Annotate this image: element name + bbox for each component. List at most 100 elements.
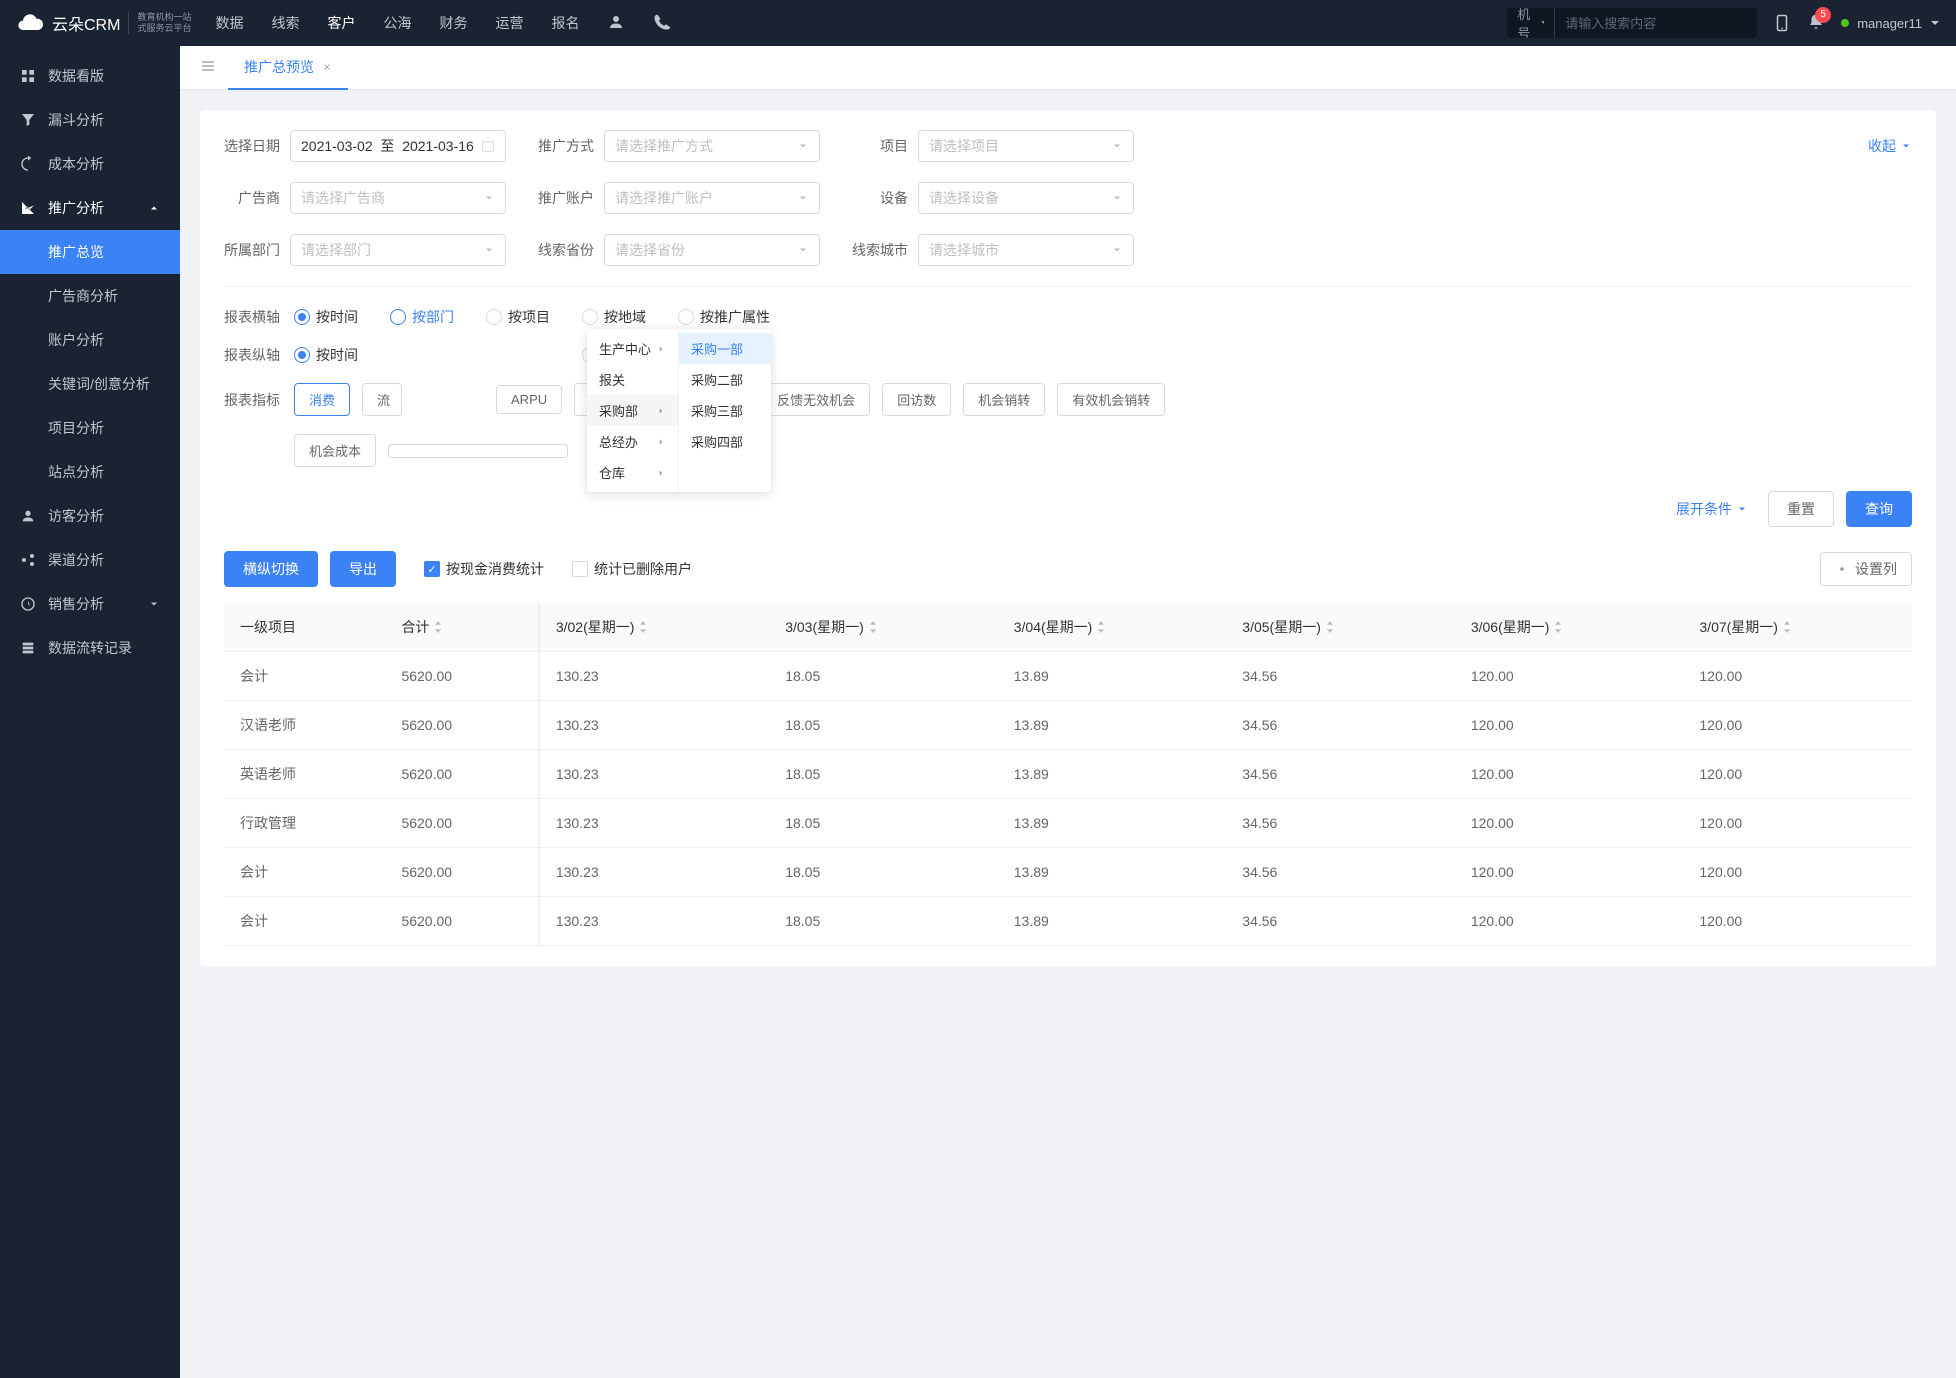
tag-feedback[interactable]: 反馈无效机会 [762,383,870,416]
cash-stat-checkbox[interactable]: 按现金消费统计 [424,559,544,579]
user-icon[interactable] [607,13,625,31]
account-select[interactable]: 请选择推广账户 [604,182,820,214]
sidebar-sub-overview[interactable]: 推广总览 [0,230,180,274]
date-range-picker[interactable]: 2021-03-02 至 2021-03-16 [290,130,506,162]
nav-finance[interactable]: 财务 [439,13,467,33]
method-select[interactable]: 请选择推广方式 [604,130,820,162]
table-header[interactable]: 3/07(星期一) [1683,603,1912,652]
logo[interactable]: 云朵CRM 教育机构一站式服务云平台 [16,9,191,37]
table-cell: 会计 [224,848,385,897]
tab-overview[interactable]: 推广总预览 [228,46,348,90]
chevron-down-icon [483,244,495,256]
table-cell: 120.00 [1683,848,1912,897]
cascade-item-warehouse[interactable]: 仓库 [587,457,678,488]
city-select[interactable]: 请选择城市 [918,234,1134,266]
cascade-item-p1[interactable]: 采购一部 [679,333,771,364]
table-cell: 34.56 [1226,652,1455,701]
column-settings-button[interactable]: 设置列 [1820,552,1912,586]
sidebar-item-channel[interactable]: 渠道分析 [0,538,180,582]
export-button[interactable]: 导出 [330,551,396,587]
collapse-sidebar-button[interactable] [188,58,228,77]
search-button[interactable] [1751,15,1757,31]
table-cell: 130.23 [539,750,769,799]
switch-axis-button[interactable]: 横纵切换 [224,551,318,587]
cascade-item-customs[interactable]: 报关 [587,364,678,395]
table-header[interactable]: 3/04(星期一) [998,603,1227,652]
table-cell: 会计 [224,652,385,701]
nav-customer[interactable]: 客户 [327,13,355,33]
advertiser-select[interactable]: 请选择广告商 [290,182,506,214]
sidebar-sub-keyword[interactable]: 关键词/创意分析 [0,362,180,406]
close-icon[interactable] [322,62,332,72]
nav-signup[interactable]: 报名 [551,13,579,33]
notifications[interactable]: 5 [1807,13,1825,34]
tag-consume[interactable]: 消费 [294,383,350,416]
tag-conv[interactable]: 机会销转 [963,383,1045,416]
query-button[interactable]: 查询 [1846,491,1912,527]
gear-icon [1835,562,1849,576]
sidebar-sub-advertiser[interactable]: 广告商分析 [0,274,180,318]
tag-hidden2[interactable] [388,444,568,458]
radio-vert-time[interactable]: 按时间 [294,345,358,365]
nav-public[interactable]: 公海 [383,13,411,33]
radio-horiz-region[interactable]: 按地域 [582,307,646,327]
funnel-icon [20,112,36,128]
cascade-item-purchase[interactable]: 采购部 [587,395,678,426]
tag-valid-conv[interactable]: 有效机会销转 [1057,383,1165,416]
device-select[interactable]: 请选择设备 [918,182,1134,214]
table-header[interactable]: 3/06(星期一) [1455,603,1684,652]
table-header[interactable]: 3/05(星期一) [1226,603,1455,652]
radio-horiz-project[interactable]: 按项目 [486,307,550,327]
cascade-item-p2[interactable]: 采购二部 [679,364,771,395]
radio-horiz-dept[interactable]: 按部门 [390,307,454,327]
sidebar-item-cost[interactable]: 成本分析 [0,142,180,186]
sidebar-item-flow[interactable]: 数据流转记录 [0,626,180,670]
radio-horiz-attr[interactable]: 按推广属性 [678,307,770,327]
deleted-stat-checkbox[interactable]: 统计已删除用户 [572,559,692,579]
collapse-filters[interactable]: 收起 [1868,136,1912,156]
sidebar-sub-account[interactable]: 账户分析 [0,318,180,362]
sidebar-item-dashboard[interactable]: 数据看版 [0,54,180,98]
table-cell: 34.56 [1226,750,1455,799]
radio-horiz-time[interactable]: 按时间 [294,307,358,327]
cascade-item-p3[interactable]: 采购三部 [679,395,771,426]
sidebar-item-funnel[interactable]: 漏斗分析 [0,98,180,142]
project-select[interactable]: 请选择项目 [918,130,1134,162]
table-cell: 5620.00 [385,897,538,946]
expand-conditions[interactable]: 展开条件 [1676,499,1748,519]
dept-select[interactable]: 请选择部门 [290,234,506,266]
table-cell: 120.00 [1683,897,1912,946]
search-input[interactable] [1555,16,1751,31]
cascade-item-p4[interactable]: 采购四部 [679,426,771,457]
sidebar-sub-project[interactable]: 项目分析 [0,406,180,450]
user-menu[interactable]: manager11 [1841,16,1940,31]
nav-ops[interactable]: 运营 [495,13,523,33]
table-header[interactable]: 3/02(星期一) [539,603,769,652]
mobile-icon[interactable] [1773,14,1791,32]
tag-flow[interactable]: 流 [362,383,402,416]
chevron-right-icon [656,406,666,416]
sidebar-item-visitor[interactable]: 访客分析 [0,494,180,538]
table-cell: 13.89 [998,848,1227,897]
table-cell: 5620.00 [385,701,538,750]
chevron-right-icon [656,437,666,447]
reset-button[interactable]: 重置 [1768,491,1834,527]
province-select[interactable]: 请选择省份 [604,234,820,266]
cascade-item-gm[interactable]: 总经办 [587,426,678,457]
tag-arpu[interactable]: ARPU [496,385,562,414]
table-header[interactable]: 3/03(星期一) [769,603,998,652]
nav-leads[interactable]: 线索 [271,13,299,33]
dashboard-icon [20,68,36,84]
tag-opp-cost[interactable]: 机会成本 [294,434,376,467]
phone-icon[interactable] [653,13,671,31]
sidebar-item-sales[interactable]: 销售分析 [0,582,180,626]
search-type-select[interactable]: 手机号码 [1507,8,1555,38]
city-label: 线索城市 [852,240,908,260]
sidebar-item-promotion[interactable]: 推广分析 [0,186,180,230]
tag-revisit[interactable]: 回访数 [882,383,951,416]
chevron-down-icon [148,598,160,610]
nav-data[interactable]: 数据 [215,13,243,33]
table-header[interactable]: 合计 [385,603,538,652]
sidebar-sub-site[interactable]: 站点分析 [0,450,180,494]
cascade-item-production[interactable]: 生产中心 [587,333,678,364]
